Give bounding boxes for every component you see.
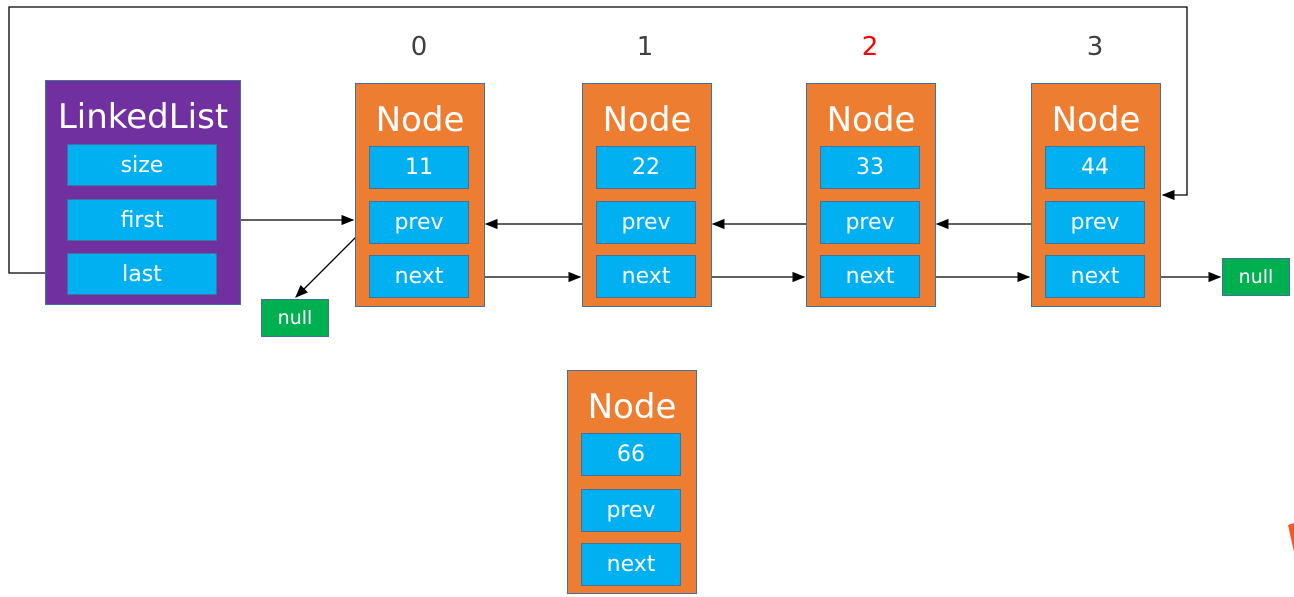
- linkedlist-title: LinkedList: [57, 97, 229, 137]
- field-first: first: [67, 199, 217, 241]
- node-next: next: [596, 255, 696, 298]
- node-next: next: [581, 543, 681, 586]
- node-value: 44: [1045, 146, 1145, 189]
- node-prev: prev: [820, 201, 920, 244]
- node-next: next: [369, 255, 469, 298]
- node-value: 11: [369, 146, 469, 189]
- node-title: Node: [826, 100, 916, 140]
- node-prev: prev: [1045, 201, 1145, 244]
- index-label-0: 0: [410, 32, 428, 62]
- node-title: Node: [1051, 100, 1141, 140]
- decorative-shape: [1288, 523, 1294, 552]
- node-title: Node: [587, 387, 677, 427]
- index-label-3: 3: [1086, 32, 1104, 62]
- node-title: Node: [602, 100, 692, 140]
- null-box-tail: null: [1222, 258, 1290, 296]
- node-value: 66: [581, 433, 681, 476]
- field-size: size: [67, 144, 217, 186]
- field-last: last: [67, 253, 217, 295]
- node-prev: prev: [581, 489, 681, 532]
- node-title: Node: [375, 100, 465, 140]
- node-value: 33: [820, 146, 920, 189]
- node-next: next: [1045, 255, 1145, 298]
- node-prev: prev: [596, 201, 696, 244]
- node-next: next: [820, 255, 920, 298]
- node-prev: prev: [369, 201, 469, 244]
- index-label-1: 1: [636, 32, 654, 62]
- null-box-head: null: [261, 299, 329, 337]
- index-label-2: 2: [861, 32, 879, 62]
- node-value: 22: [596, 146, 696, 189]
